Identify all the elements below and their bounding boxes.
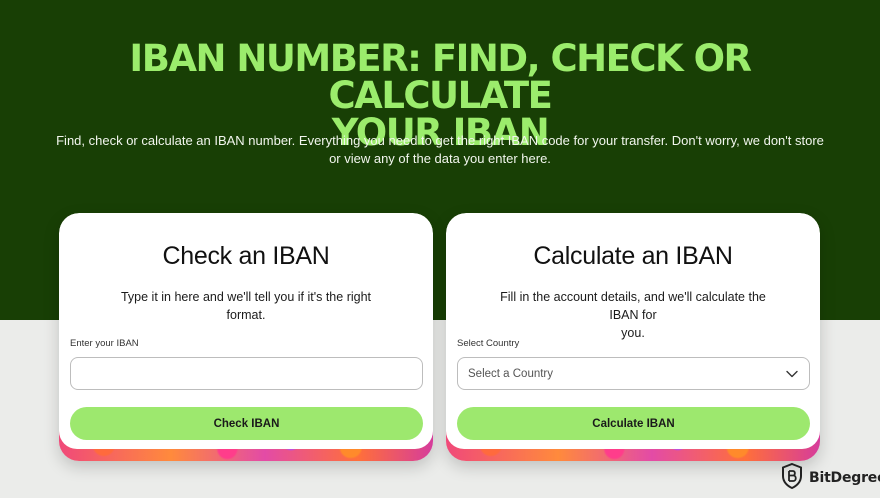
check-iban-description-line-1: Type it in here and we'll tell you if it… (120, 290, 372, 304)
page-title-line-1: IBAN NUMBER: FIND, CHECK OR CALCULATE (129, 37, 752, 117)
calculate-iban-description: Fill in the account details, and we'll c… (486, 288, 780, 342)
iban-field-label: Enter your IBAN (70, 338, 139, 349)
check-iban-description: Type it in here and we'll tell you if it… (99, 288, 393, 324)
check-iban-button[interactable]: Check IBAN (70, 407, 423, 440)
bitdegree-shield-icon (781, 462, 803, 494)
chevron-down-icon (785, 367, 799, 381)
country-select[interactable]: Select a Country (457, 357, 810, 390)
country-field-label: Select Country (457, 338, 520, 349)
page-subtitle: Find, check or calculate an IBAN number.… (45, 132, 835, 168)
check-iban-description-line-2: format. (226, 308, 266, 322)
bitdegree-brand-text: BitDegree (809, 470, 880, 486)
bitdegree-watermark: BitDegree (781, 462, 880, 494)
country-select-placeholder: Select a Country (468, 367, 554, 380)
calculate-iban-button[interactable]: Calculate IBAN (457, 407, 810, 440)
calculate-iban-description-line-2: you. (621, 326, 645, 340)
page-subtitle-line-2: or view any of the data you enter here. (329, 151, 551, 166)
iban-input[interactable] (70, 357, 423, 390)
page-subtitle-line-1: Find, check or calculate an IBAN number.… (56, 133, 824, 148)
calculate-iban-card-body: Calculate an IBAN Fill in the account de… (446, 213, 820, 449)
check-iban-title: Check an IBAN (162, 242, 330, 270)
check-iban-card-body: Check an IBAN Type it in here and we'll … (59, 213, 433, 449)
calculate-iban-title: Calculate an IBAN (533, 242, 733, 270)
calculate-iban-card: Calculate an IBAN Fill in the account de… (446, 213, 820, 461)
check-iban-card: Check an IBAN Type it in here and we'll … (59, 213, 433, 461)
calculate-iban-description-line-1: Fill in the account details, and we'll c… (500, 290, 766, 322)
